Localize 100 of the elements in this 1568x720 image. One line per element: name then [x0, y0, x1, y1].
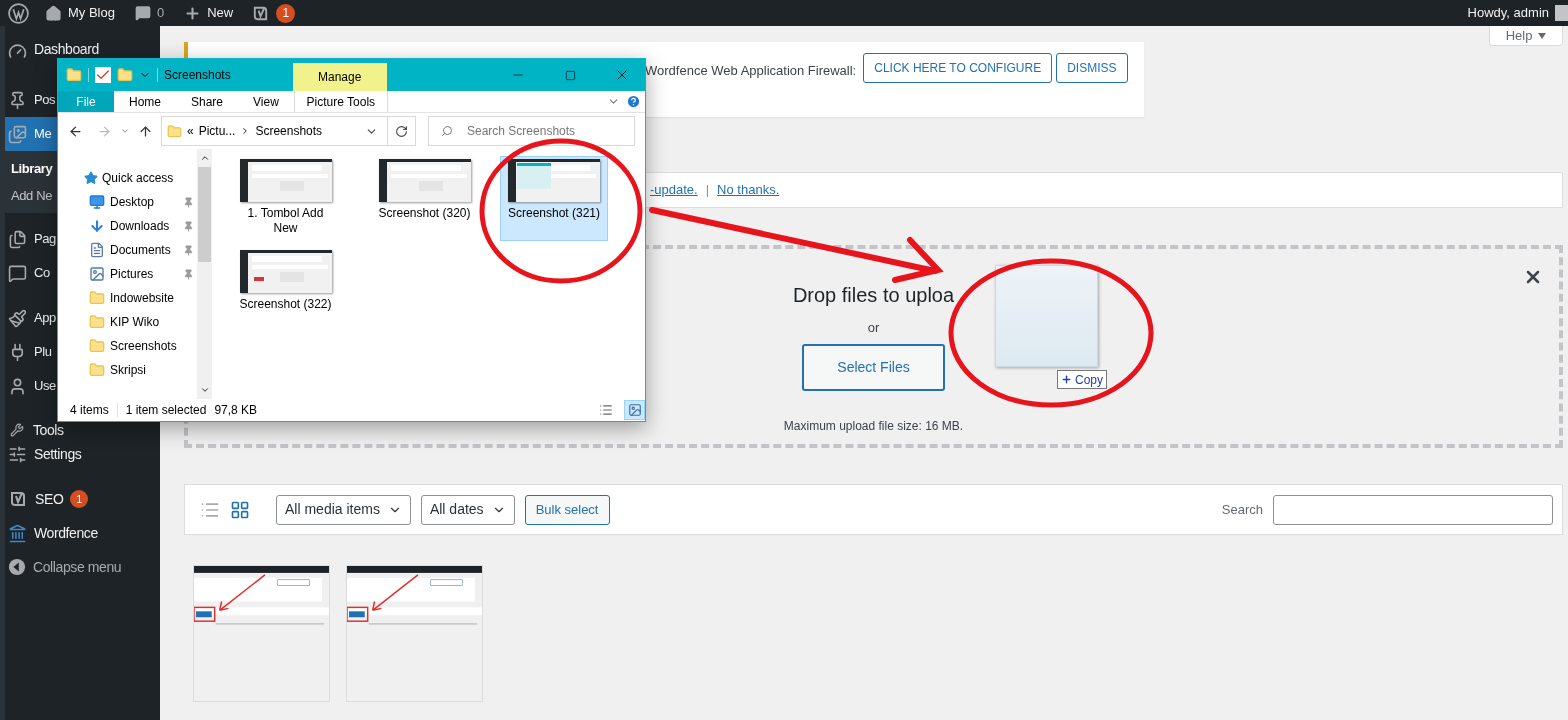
- plus-icon: [184, 4, 202, 22]
- site-link[interactable]: My Blog: [68, 3, 115, 23]
- menu-item[interactable]: Settings: [5, 437, 160, 471]
- separator: |: [705, 181, 710, 200]
- nav-item[interactable]: Pictures: [110, 265, 178, 283]
- breadcrumb-overflow[interactable]: «: [187, 122, 194, 140]
- address-bar[interactable]: « Pictu... Screenshots: [161, 116, 416, 146]
- plus-icon: [1061, 374, 1072, 385]
- nav-item[interactable]: Quick access: [102, 169, 197, 187]
- file-item[interactable]: Screenshot (322): [222, 247, 349, 317]
- grid-view-icon[interactable]: [230, 499, 250, 520]
- scroll-down-icon[interactable]: [199, 385, 210, 395]
- sliders-icon: [8, 444, 27, 464]
- no-thanks-link[interactable]: No thanks.: [717, 180, 780, 200]
- comment-count[interactable]: 0: [156, 3, 165, 23]
- file-name: Screenshot (320): [377, 206, 472, 221]
- breadcrumb[interactable]: Pictu...: [198, 122, 236, 140]
- menu-item[interactable]: Tools: [5, 423, 160, 437]
- menu-item[interactable]: Wordfence: [5, 516, 160, 550]
- max-size-text: Maximum upload file size: 16 MB.: [783, 417, 964, 435]
- search-icon: [441, 125, 453, 137]
- seo-logo-icon: [8, 489, 28, 509]
- file-item[interactable]: 1. Tombol Add New: [222, 156, 349, 241]
- filter-dropdown[interactable]: All media items: [276, 494, 411, 525]
- menu-item[interactable]: SEO 1: [5, 482, 160, 516]
- help-tab[interactable]: Help: [1489, 26, 1563, 46]
- menu-item[interactable]: Pag: [5, 222, 57, 256]
- pin-icon[interactable]: [183, 268, 194, 280]
- notification-badge: 1: [276, 3, 296, 23]
- pin-icon[interactable]: [183, 244, 194, 256]
- file-name: Screenshot (321): [506, 206, 602, 221]
- refresh-icon[interactable]: [395, 124, 408, 138]
- upload-title: Drop files to uploa: [792, 283, 955, 308]
- file-name: Screenshot (322): [238, 297, 333, 312]
- menu-item[interactable]: Pos: [5, 83, 57, 117]
- home-icon: [45, 4, 62, 22]
- greeting[interactable]: Howdy, admin: [1467, 3, 1549, 23]
- folder-icon: [117, 67, 133, 83]
- ribbon-tab[interactable]: Picture Tools: [293, 91, 388, 112]
- submenu-item[interactable]: Add Ne: [5, 182, 57, 209]
- search-field[interactable]: [1273, 494, 1553, 525]
- user-icon: [8, 376, 27, 396]
- forward-arrow-icon[interactable]: [97, 123, 112, 139]
- caret-icon[interactable]: [120, 126, 130, 136]
- notice-button[interactable]: DISMISS: [1056, 53, 1128, 83]
- notice-text: Wordfence Web Application Firewall:: [645, 62, 857, 80]
- update-link[interactable]: -update.: [650, 180, 698, 200]
- ribbon-tab[interactable]: Share: [176, 91, 239, 112]
- picture-icon: [89, 266, 105, 282]
- picture-icon: [627, 403, 642, 417]
- pin-icon[interactable]: [183, 220, 194, 232]
- scroll-up-icon[interactable]: [199, 153, 210, 163]
- notification-badge: 1: [70, 490, 89, 508]
- new-link[interactable]: New: [207, 3, 234, 23]
- notice-button[interactable]: CLICK HERE TO CONFIGURE: [863, 53, 1053, 83]
- nav-item[interactable]: Documents: [110, 241, 178, 259]
- images-icon: [8, 124, 27, 144]
- speech-bubble-icon: [134, 5, 151, 21]
- search-label: Search: [1221, 500, 1263, 519]
- or-text: or: [867, 319, 880, 337]
- menu-item[interactable]: Dashboard: [5, 42, 160, 58]
- nav-item[interactable]: Downloads: [110, 217, 178, 235]
- ribbon-tab[interactable]: Home: [114, 91, 176, 112]
- nav-item[interactable]: Desktop: [110, 193, 178, 211]
- document-icon: [89, 242, 105, 258]
- menu-item[interactable]: Plu: [5, 335, 57, 369]
- gauge-icon: [8, 42, 27, 61]
- pin-icon: [8, 90, 27, 110]
- folder-icon: [89, 338, 105, 354]
- speech-bubble-icon: [8, 263, 27, 283]
- ribbon-tab[interactable]: View: [238, 91, 294, 112]
- scrollbar[interactable]: [197, 149, 212, 399]
- menu-item[interactable]: Co: [5, 256, 57, 290]
- pages-icon: [8, 229, 27, 249]
- folder-icon: [89, 290, 105, 306]
- landmark-icon: [8, 523, 27, 543]
- maximize-icon: [564, 69, 576, 81]
- menu-item[interactable]: Use: [5, 369, 57, 403]
- window-title: Screenshots: [164, 67, 231, 84]
- file-item[interactable]: Screenshot (321): [500, 156, 608, 241]
- collapse-icon: [8, 558, 26, 576]
- large-icons-view-button[interactable]: [624, 400, 645, 420]
- menu-item[interactable]: Me: [5, 117, 57, 151]
- folder-icon: [66, 67, 82, 83]
- submenu-item[interactable]: Library: [5, 155, 57, 182]
- select-files-button[interactable]: Select Files: [802, 343, 945, 391]
- bulk-select-button[interactable]: Bulk select: [524, 494, 610, 525]
- wordpress-logo-icon[interactable]: [8, 2, 29, 24]
- menu-item[interactable]: App: [5, 301, 57, 335]
- filter-dropdown[interactable]: All dates: [420, 494, 515, 525]
- pin-icon[interactable]: [183, 196, 194, 208]
- menu-item[interactable]: Collapse menu: [5, 550, 160, 584]
- file-item[interactable]: Screenshot (320): [361, 156, 488, 241]
- monitor-icon: [89, 194, 105, 210]
- star-icon: [84, 171, 98, 185]
- breadcrumb[interactable]: Screenshots: [255, 122, 323, 140]
- paintbrush-icon: [8, 308, 27, 328]
- help-icon[interactable]: [626, 94, 641, 109]
- folder-icon: [89, 314, 105, 330]
- wrench-icon: [10, 423, 24, 437]
